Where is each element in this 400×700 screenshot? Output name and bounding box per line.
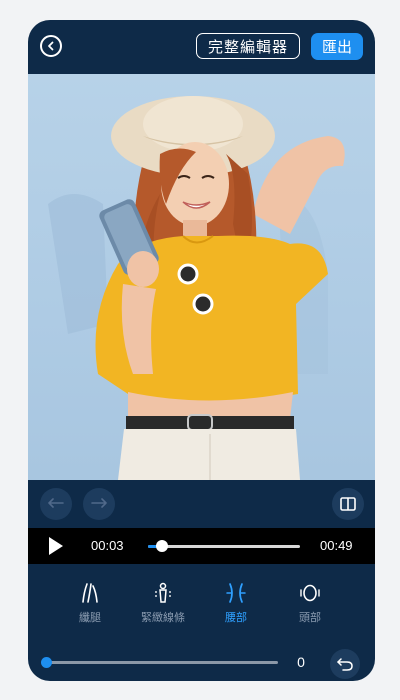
play-button[interactable]	[48, 536, 64, 561]
video-player-bar: 00:03 00:49	[28, 528, 375, 564]
tool-waist[interactable]: 腰部	[201, 582, 271, 625]
reset-button[interactable]	[330, 649, 360, 679]
undo-return-icon	[337, 658, 353, 671]
back-circle-icon	[48, 41, 54, 51]
tool-firm-lines[interactable]: 緊緻線條	[128, 582, 198, 625]
intensity-row: 0	[28, 639, 375, 681]
firm-lines-icon	[155, 582, 171, 603]
current-time: 00:03	[91, 538, 124, 553]
export-button[interactable]: 匯出	[311, 33, 363, 60]
tool-label: 腰部	[225, 612, 247, 624]
progress-knob[interactable]	[155, 540, 168, 552]
undo-arrow-icon	[48, 498, 64, 508]
photo-canvas[interactable]	[28, 74, 375, 480]
intensity-knob[interactable]	[41, 657, 52, 668]
intensity-value: 0	[297, 654, 305, 670]
waist-icon	[226, 583, 246, 603]
tool-label: 纖腿	[79, 612, 101, 624]
undo-button[interactable]	[40, 488, 72, 520]
redo-button[interactable]	[83, 488, 115, 520]
tool-head[interactable]: 頭部	[275, 582, 345, 625]
tool-label: 緊緻線條	[141, 612, 185, 624]
progress-track[interactable]	[148, 540, 300, 552]
tool-slim-legs[interactable]: 纖腿	[55, 582, 125, 625]
app-frame: 完整編輯器 匯出 00:03 00:49 纖腿 緊緻線條 腰部 頭部 0	[28, 20, 375, 681]
edit-toolbar	[28, 480, 375, 528]
top-bar: 完整編輯器 匯出	[28, 20, 375, 74]
duration: 00:49	[320, 538, 353, 553]
split-compare-icon	[340, 497, 356, 511]
portrait-photo	[48, 96, 345, 480]
play-icon	[49, 537, 63, 555]
compare-button[interactable]	[332, 488, 364, 520]
intensity-slider[interactable]	[41, 657, 278, 668]
slim-legs-icon	[82, 583, 98, 603]
back-button[interactable]	[40, 35, 62, 57]
redo-arrow-icon	[91, 498, 107, 508]
full-editor-button[interactable]: 完整編輯器	[196, 33, 300, 59]
head-icon	[300, 584, 320, 602]
tool-label: 頭部	[299, 612, 321, 624]
body-tools: 纖腿 緊緻線條 腰部 頭部	[28, 564, 375, 639]
